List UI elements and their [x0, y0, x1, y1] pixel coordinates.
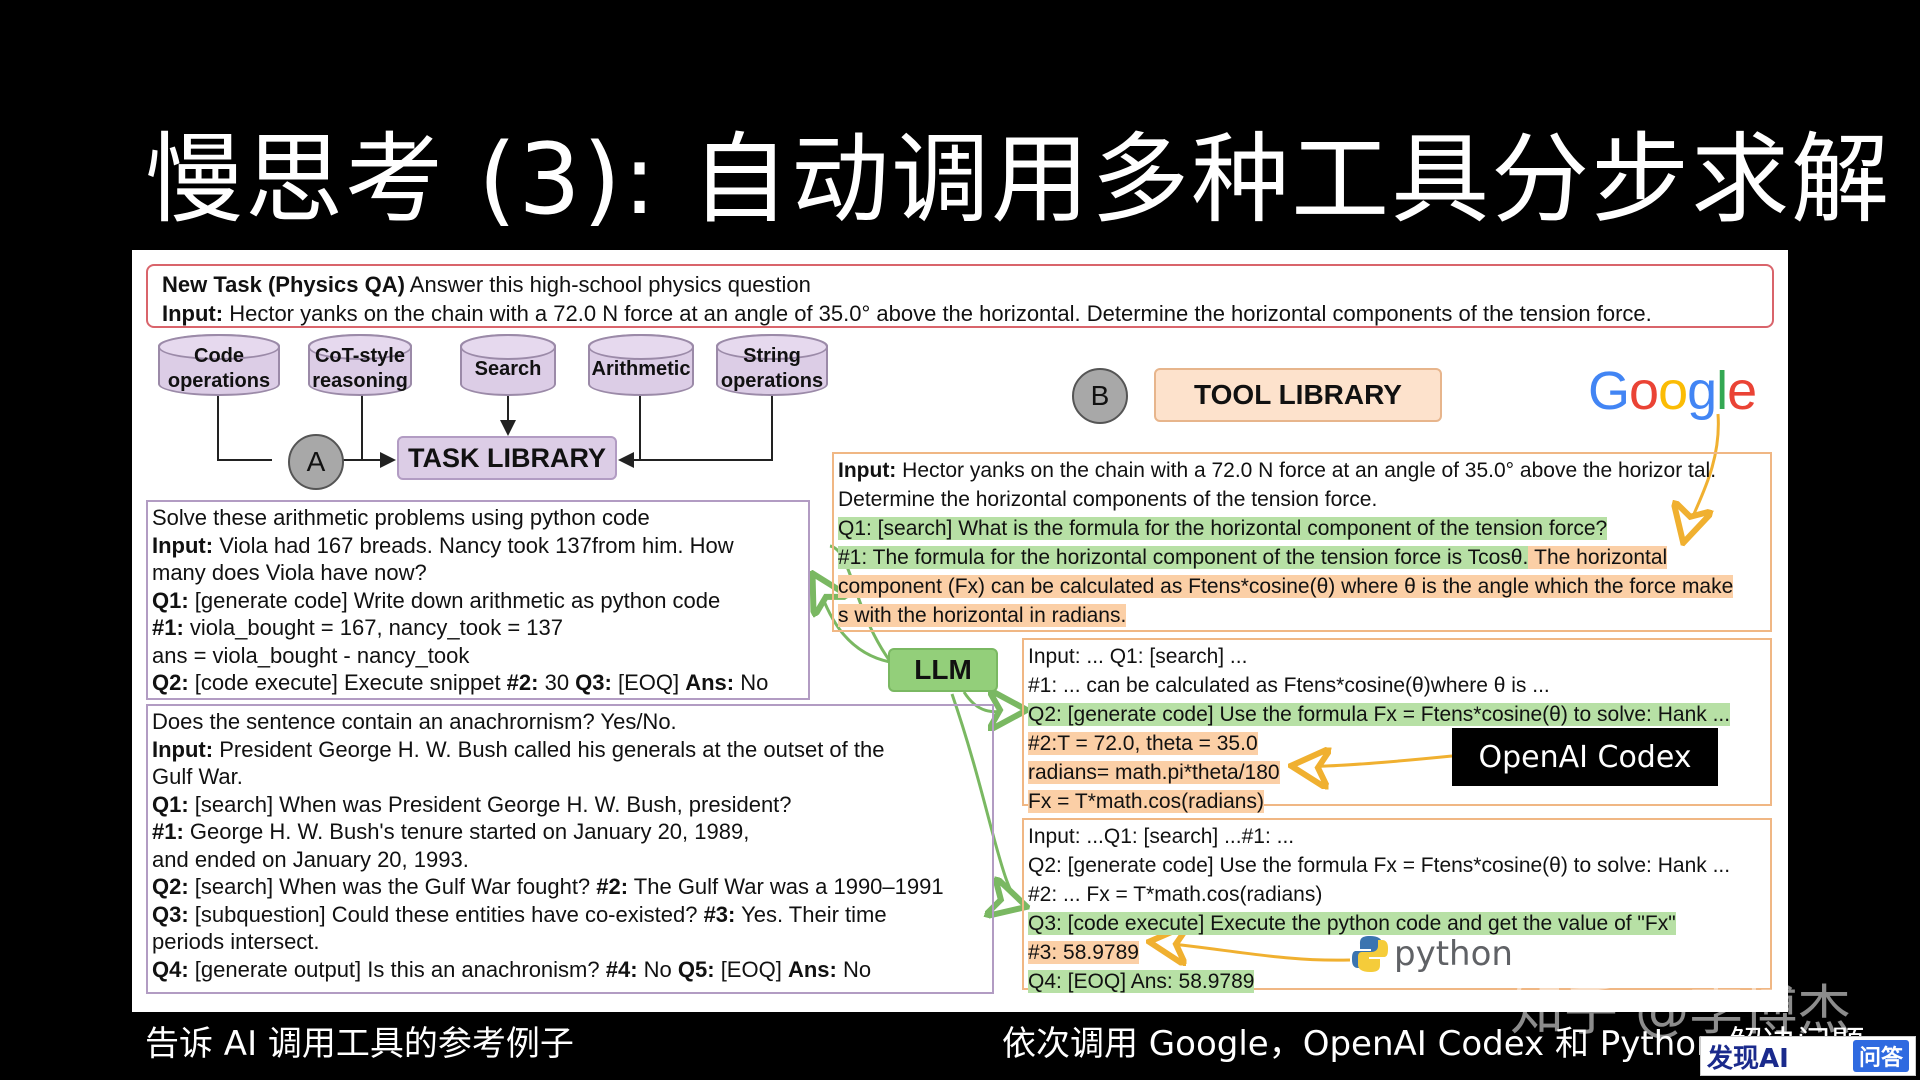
ex2-a1-label: #1:: [152, 819, 184, 844]
ex1-line: ans = viola_bought - nancy_took: [152, 642, 470, 668]
out1-a1-cont: component (Fx) can be calculated as Ften…: [838, 575, 1734, 598]
ex2-line: and ended on January 20, 1993.: [152, 846, 469, 872]
ex2-a3-label: #3:: [703, 901, 736, 927]
figure-panel: New Task (Physics QA) Answer this high-s…: [132, 250, 1788, 1012]
db-cot-reasoning: CoT-style reasoning: [308, 334, 412, 396]
arrow-code-ops: [217, 388, 272, 461]
example-arithmetic: Solve these arithmetic problems using py…: [146, 500, 810, 700]
ex1-input-label: Input:: [152, 532, 214, 558]
ex1-q1-label: Q1:: [152, 587, 189, 613]
slide-title: 慢思考 (3): 自动调用多种工具分步求解: [145, 123, 1892, 237]
out2-code: radians= math.pi*theta/180: [1028, 761, 1280, 784]
ex2-line: periods intersect.: [152, 929, 320, 954]
llm-box: LLM: [888, 648, 998, 692]
ex1-a1-label: #1:: [152, 615, 184, 640]
ex2-a4-text: No: [637, 956, 678, 982]
db-code-operations: Code operations: [158, 334, 280, 396]
ex2-input-text: President George H. W. Bush called his g…: [213, 736, 885, 762]
ex1-line: many does Viola have now?: [152, 560, 427, 585]
out2-line: #1: ... can be calculated as Ftens*cosin…: [1028, 674, 1550, 697]
out1-a1-cont: The horizontal: [1528, 546, 1668, 569]
out1-line: Determine the horizontal components of t…: [838, 488, 1378, 511]
ex1-q3-label: Q3:: [575, 670, 612, 695]
ex2-q5-label: Q5:: [677, 956, 715, 982]
out3-line: Input: ...Q1: [search] ...#1: ...: [1028, 825, 1295, 848]
ex2-q4-text: [generate output] Is this an anachronism…: [188, 956, 606, 982]
google-logo: Google: [1588, 361, 1757, 421]
ex2-ans-text: No: [836, 956, 872, 982]
db-arithmetic-label: Arithmetic: [591, 357, 691, 380]
ex1-a1-text: viola_bought = 167, nancy_took = 137: [183, 615, 563, 640]
ex2-line: Does the sentence contain an anachrornis…: [152, 709, 677, 734]
out2-q2: Q2: [generate code] Use the formula Fx =…: [1028, 703, 1731, 726]
ex1-input-text: Viola had 167 breads. Nancy took 137from…: [213, 532, 734, 558]
out1-input-text: Hector yanks on the chain with a 72.0 N …: [896, 459, 1717, 482]
python-icon: [1352, 936, 1388, 972]
ex1-q2-label: Q2:: [152, 670, 189, 695]
ex1-a2-label: #2:: [506, 670, 539, 695]
ex2-input-label: Input:: [152, 736, 214, 762]
caption-left: 告诉 AI 调用工具的参考例子: [145, 1024, 574, 1064]
ex2-a4-label: #4:: [605, 956, 638, 982]
ex2-q3-text: [subquestion] Could these entities have …: [188, 901, 704, 927]
ex2-a1-text: George H. W. Bush's tenure started on Ja…: [183, 819, 750, 844]
python-label: python: [1394, 934, 1513, 974]
ex2-q2-label: Q2:: [152, 874, 189, 899]
ex2-q5-text: [EOQ]: [714, 956, 788, 982]
db-string-operations-label: String operations: [720, 345, 824, 392]
out1-a1-cont: s with the horizontal in radians.: [838, 604, 1127, 627]
example-anachronism: Does the sentence contain an anachrornis…: [146, 704, 994, 994]
watermark: 知乎 @李博杰: [1510, 979, 1852, 1042]
python-logo: python: [1350, 934, 1513, 974]
out3-q3: Q3: [code execute] Execute the python co…: [1028, 912, 1676, 935]
ex1-ans-label: Ans:: [685, 670, 735, 695]
ex2-q2-text: [search] When was the Gulf War fought?: [188, 874, 597, 899]
ex2-q4-label: Q4:: [152, 956, 189, 982]
out3-line: #2: ... Fx = T*math.cos(radians): [1028, 883, 1323, 906]
site-badge: 发现AI 问答: [1700, 1036, 1916, 1076]
out3-line: Q2: [generate code] Use the formula Fx =…: [1028, 854, 1731, 877]
db-string-operations: String operations: [716, 334, 828, 396]
ex1-q1-text: [generate code] Write down arithmetic as…: [188, 587, 721, 613]
arrow-arith: [618, 390, 641, 468]
out3-a3: #3: 58.9789: [1028, 941, 1139, 964]
out1-a1: #1: The formula for the horizontal compo…: [838, 546, 1529, 569]
db-cot-reasoning-label: CoT-style reasoning: [312, 345, 408, 392]
arrow-string: [640, 390, 773, 461]
ex2-line: Gulf War.: [152, 764, 243, 789]
db-search-label: Search: [474, 357, 542, 380]
db-search: Search: [460, 334, 556, 396]
ex2-q1-label: Q1:: [152, 791, 189, 817]
ex1-a2-text: 30: [538, 670, 576, 695]
ex1-ans-text: No: [734, 670, 769, 695]
ex1-line: Solve these arithmetic problems using py…: [152, 505, 650, 530]
ex2-a3-text: Yes. Their time: [735, 901, 887, 927]
badge-name: 发现AI: [1707, 1043, 1789, 1074]
badge-qa: 问答: [1852, 1040, 1909, 1072]
tool-library: TOOL LIBRARY: [1154, 368, 1442, 422]
output-step-search: Input: Hector yanks on the chain with a …: [832, 452, 1772, 632]
out3-q4: Q4: [EOQ] Ans: 58.9789: [1028, 970, 1255, 993]
out2-code: #2:T = 72.0, theta = 35.0: [1028, 732, 1258, 755]
ex1-q3-text: [EOQ]: [611, 670, 686, 695]
ex2-q1-text: [search] When was President George H. W.…: [188, 791, 792, 817]
out1-q1: Q1: [search] What is the formula for the…: [838, 517, 1608, 540]
task-library: TASK LIBRARY: [397, 436, 617, 480]
marker-b: B: [1072, 368, 1128, 424]
db-arithmetic: Arithmetic: [588, 334, 694, 396]
ex2-q3-label: Q3:: [152, 901, 189, 927]
ex1-q2-text: [code execute] Execute snippet: [188, 670, 507, 695]
ex2-a2-label: #2:: [596, 874, 629, 899]
ex2-ans-label: Ans:: [787, 956, 837, 982]
ex2-a2-text: The Gulf War was a 1990–1991: [628, 874, 944, 899]
out2-code: Fx = T*math.cos(radians): [1028, 790, 1264, 813]
out1-input-label: Input:: [838, 459, 897, 482]
openai-codex-label: OpenAI Codex: [1452, 728, 1718, 786]
marker-a: A: [288, 434, 344, 490]
out2-line: Input: ... Q1: [search] ...: [1028, 645, 1248, 668]
db-code-operations-label: Code operations: [167, 345, 271, 392]
